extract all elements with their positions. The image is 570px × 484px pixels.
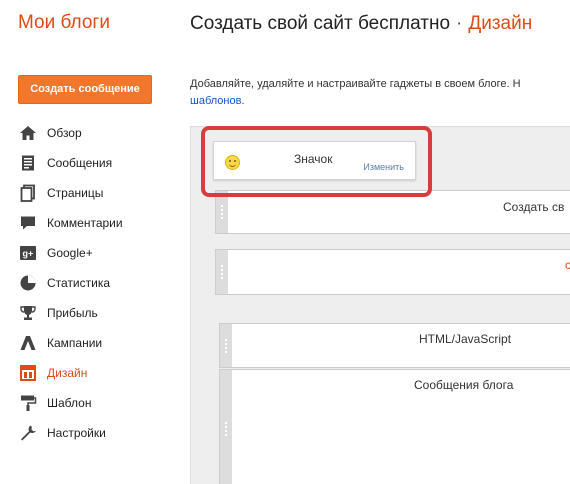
blog-posts-gadget[interactable] bbox=[219, 369, 570, 484]
svg-text:g+: g+ bbox=[23, 249, 34, 259]
create-post-button[interactable]: Создать сообщение bbox=[18, 75, 152, 104]
sidebar-item-label: Настройки bbox=[47, 426, 106, 440]
description-text: Добавляйте, удаляйте и настраивайте гадж… bbox=[190, 78, 521, 90]
sidebar-item-settings[interactable]: Настройки bbox=[18, 418, 123, 448]
drag-handle[interactable] bbox=[216, 250, 228, 294]
sidebar-item-label: Статистика bbox=[47, 276, 111, 290]
sidebar-item-label: Обзор bbox=[47, 126, 82, 140]
sidebar-item-template[interactable]: Шаблон bbox=[18, 388, 123, 418]
sidebar-item-label: Дизайн bbox=[47, 366, 88, 380]
sidebar-item-campaigns[interactable]: Кампании bbox=[18, 328, 123, 358]
description-end: . bbox=[241, 95, 245, 107]
google-plus-icon: g+ bbox=[18, 243, 38, 263]
my-blogs-link[interactable]: Мои блоги bbox=[18, 12, 110, 34]
drag-handle[interactable] bbox=[216, 191, 228, 233]
blog-posts-label: Сообщения блога bbox=[414, 378, 514, 392]
layout-description: Добавляйте, удаляйте и настраивайте гадж… bbox=[190, 76, 570, 110]
sidebar-item-label: Google+ bbox=[47, 246, 93, 260]
sidebar-item-label: Сообщения bbox=[47, 156, 113, 170]
sidebar-item-label: Кампании bbox=[47, 336, 103, 350]
html-javascript-label: HTML/JavaScript bbox=[419, 332, 512, 346]
html-javascript-gadget[interactable] bbox=[219, 323, 570, 368]
drag-handle[interactable] bbox=[220, 370, 232, 484]
page-title: Создать свой сайт бесплатно · Дизайн bbox=[190, 13, 532, 35]
campaign-icon bbox=[18, 333, 38, 353]
stats-icon bbox=[18, 273, 38, 293]
home-icon bbox=[18, 123, 38, 143]
comment-icon bbox=[18, 213, 38, 233]
sidebar-item-label: Прибыль bbox=[47, 306, 98, 320]
trophy-icon bbox=[18, 303, 38, 323]
section-title: Дизайн bbox=[468, 13, 533, 34]
posts-icon bbox=[18, 153, 38, 173]
sidebar-item-label: Комментарии bbox=[47, 216, 123, 230]
drag-handle[interactable] bbox=[220, 324, 232, 367]
templates-link[interactable]: шаблонов bbox=[190, 95, 241, 107]
paint-roller-icon bbox=[18, 393, 38, 413]
sidebar-item-comments[interactable]: Комментарии bbox=[18, 208, 123, 238]
wrench-icon bbox=[18, 423, 38, 443]
blog-title: Создать свой сайт бесплатно bbox=[190, 13, 451, 34]
pages-icon bbox=[18, 183, 38, 203]
sidebar-item-label: Страницы bbox=[47, 186, 104, 200]
sidebar-item-earnings[interactable]: Прибыль bbox=[18, 298, 123, 328]
sidebar-item-pages[interactable]: Страницы bbox=[18, 178, 123, 208]
crosscolumn-gadget[interactable] bbox=[215, 249, 570, 295]
sidebar-item-design[interactable]: Дизайн bbox=[18, 358, 123, 388]
layout-icon bbox=[18, 363, 38, 383]
sidebar-nav: Обзор Сообщения Страницы Комментарии g+ … bbox=[18, 118, 123, 448]
header-gadget-label: Создать св bbox=[503, 200, 565, 214]
sidebar-item-google-plus[interactable]: g+ Google+ bbox=[18, 238, 123, 268]
sidebar-item-label: Шаблон bbox=[47, 396, 92, 410]
sidebar-item-overview[interactable]: Обзор bbox=[18, 118, 123, 148]
highlight-frame bbox=[201, 126, 432, 197]
crosscolumn-gadget-label: с bbox=[565, 258, 570, 272]
title-separator: · bbox=[456, 13, 463, 34]
sidebar-item-posts[interactable]: Сообщения bbox=[18, 148, 123, 178]
sidebar-item-stats[interactable]: Статистика bbox=[18, 268, 123, 298]
